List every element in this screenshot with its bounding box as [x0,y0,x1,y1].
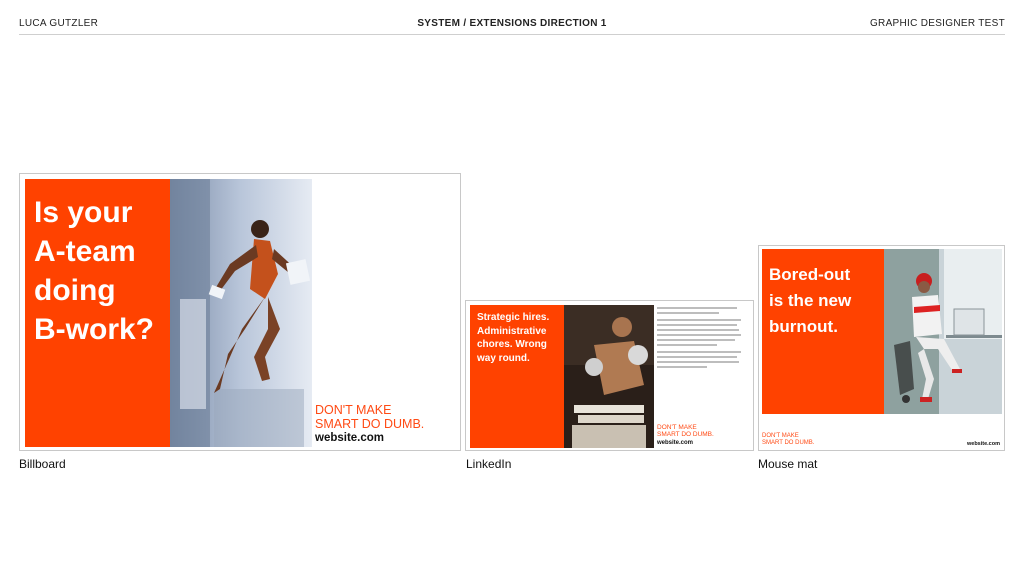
headline-line: Administrative [477,325,547,337]
mousemat-website: website.com [966,441,1000,447]
billboard-caption: Billboard [19,457,66,471]
billboard-mockup: Is your A-team doing B-work? DON'T MAKE … [19,173,461,451]
mousemat-mockup: Bored-out is the new burnout. DON'T MAKE… [758,245,1005,451]
runner-photo-image [170,179,312,447]
tagline-line: SMART DO DUMB. [315,417,425,431]
tagline-line: DON'T MAKE [315,403,392,417]
tagline-line: SMART DO DUMB. [657,431,714,439]
linkedin-headline-panel: Strategic hires. Administrative chores. … [470,305,564,448]
linkedin-mockup: Strategic hires. Administrative chores. … [465,300,754,451]
tagline-line: DON'T MAKE [762,433,799,439]
billboard-tagline: DON'T MAKE SMART DO DUMB. [315,403,424,431]
billboard-website: website.com [315,432,385,444]
project-label: GRAPHIC DESIGNER TEST [869,18,1005,29]
headline-line: A-team [34,235,136,268]
mousemat-tagline: DON'T MAKE SMART DO DUMB. [762,433,814,446]
headline-line: doing [34,274,116,307]
headline-line: is the new [769,291,852,310]
headline-line: B-work? [34,313,154,346]
headline-line: Is your [34,196,133,229]
headline-line: burnout. [769,317,838,336]
linkedin-photo-boxer [564,305,654,448]
headline-line: Bored-out [769,265,851,284]
billboard-headline: Is your A-team doing B-work? [34,193,154,349]
linkedin-headline: Strategic hires. Administrative chores. … [477,311,549,365]
header-divider [19,34,1005,35]
linkedin-tagline: DON'T MAKE SMART DO DUMB. [657,424,714,439]
headline-line: chores. Wrong [477,339,547,350]
headline-line: way round. [477,352,530,364]
mousemat-headline-panel: Bored-out is the new burnout. [762,249,884,414]
billboard-photo-runner [170,179,312,447]
linkedin-caption: LinkedIn [466,457,512,471]
racer-photo-image [884,249,1002,414]
linkedin-website: website.com [657,440,694,446]
tagline-line: SMART DO DUMB. [762,439,815,446]
boxer-photo-image [564,305,654,448]
mousemat-caption: Mouse mat [758,457,818,471]
mousemat-headline: Bored-out is the new burnout. [769,262,851,340]
billboard-headline-panel: Is your A-team doing B-work? [25,179,170,447]
headline-line: Strategic hires. [477,312,550,323]
tagline-line: DON'T MAKE [657,424,697,431]
mousemat-photo-racer [884,249,1002,414]
